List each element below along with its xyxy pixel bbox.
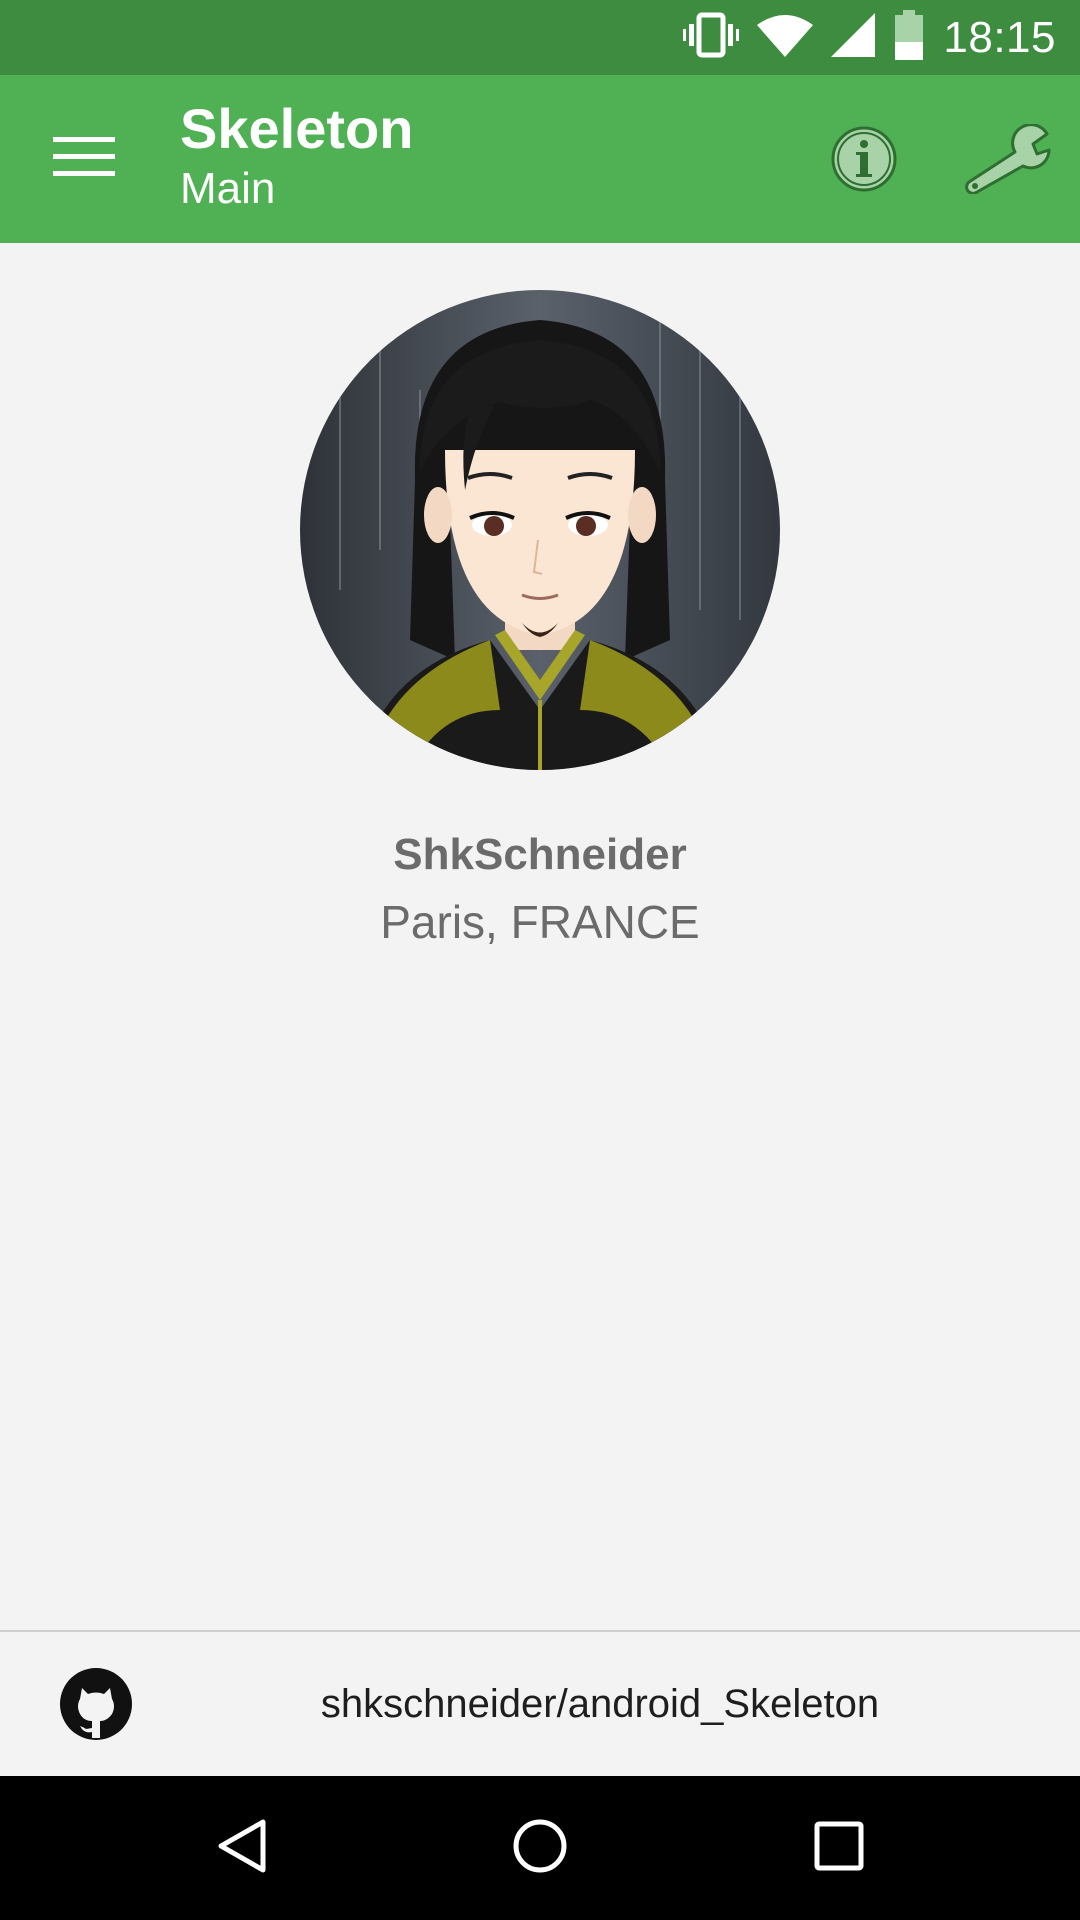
app-subtitle: Main [180, 164, 276, 213]
recents-button[interactable] [803, 1812, 875, 1884]
status-icons: 18:15 [683, 0, 1056, 75]
footer[interactable]: shkschneider/android_Skeleton [0, 1632, 1080, 1776]
profile-location: Paris, FRANCE [380, 896, 700, 948]
settings-button[interactable] [960, 115, 1056, 207]
app-title: Skeleton [180, 97, 414, 160]
menu-icon [53, 135, 115, 184]
status-time: 18:15 [943, 12, 1056, 62]
toolbar-titles: Skeleton Main [180, 97, 413, 217]
app-bar: Skeleton Main [0, 75, 1080, 243]
screen: 18:15 Skeleton Main ShkSchneider Paris, … [0, 0, 1080, 1920]
info-button[interactable] [820, 117, 908, 205]
menu-button[interactable] [40, 115, 128, 203]
navigation-bar [0, 1776, 1080, 1920]
back-icon [211, 1816, 271, 1881]
battery-icon [893, 10, 925, 65]
repo-link[interactable]: shkschneider/android_Skeleton [200, 1632, 1000, 1776]
status-bar: 18:15 [0, 0, 1080, 75]
signal-icon [831, 11, 876, 64]
vibrate-icon [683, 11, 740, 64]
avatar [300, 290, 780, 770]
recents-icon [809, 1816, 869, 1881]
home-icon [510, 1816, 570, 1881]
wrench-icon [963, 122, 1053, 199]
back-button[interactable] [205, 1812, 277, 1884]
info-icon [829, 124, 899, 199]
home-button[interactable] [504, 1812, 576, 1884]
wifi-icon [757, 11, 814, 64]
profile-name: ShkSchneider [393, 830, 687, 879]
github-icon [58, 1666, 134, 1742]
